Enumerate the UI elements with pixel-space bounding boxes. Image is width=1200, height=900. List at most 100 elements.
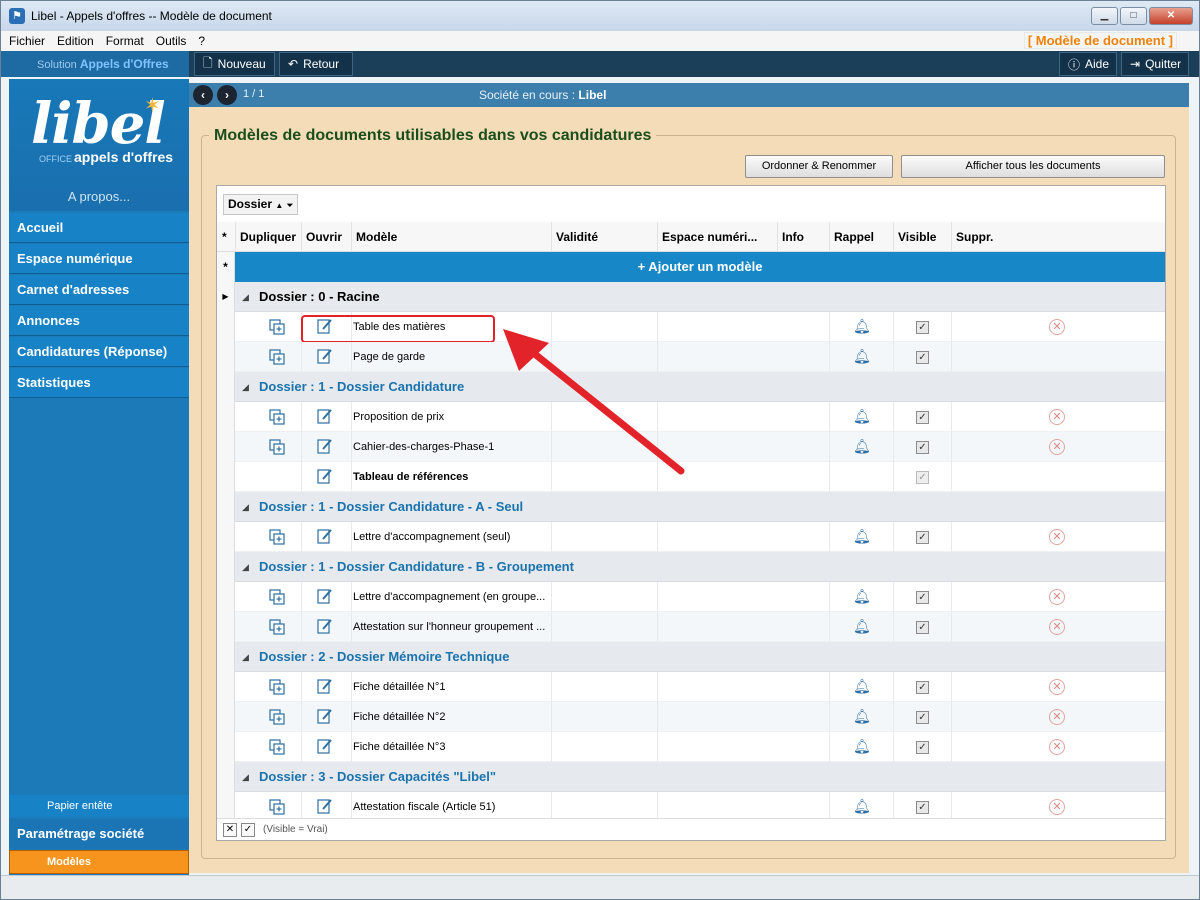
col-dupliquer[interactable]: Dupliquer <box>235 222 301 252</box>
bell-icon[interactable]: 🔔︎ <box>853 348 871 365</box>
table-row[interactable]: Tableau de références ✓ <box>217 462 1165 492</box>
row-selector[interactable] <box>217 582 235 612</box>
row-selector[interactable] <box>217 612 235 642</box>
table-row[interactable]: Cahier-des-charges-Phase-1 🔔︎ ✓ ✕ <box>217 432 1165 462</box>
col-visible[interactable]: Visible <box>893 222 951 252</box>
edit-document-icon[interactable] <box>317 438 333 454</box>
about-link[interactable]: A propos... <box>9 189 189 204</box>
nav-accueil[interactable]: Accueil <box>9 213 189 243</box>
back-button[interactable]: ↶ Retour <box>279 52 353 76</box>
group-header[interactable]: ◢ Dossier : 2 - Dossier Mémoire Techniqu… <box>217 642 1165 672</box>
table-row[interactable]: Attestation sur l'honneur groupement ...… <box>217 612 1165 642</box>
visible-checkbox[interactable]: ✓ <box>916 411 929 424</box>
bell-icon[interactable]: 🔔︎ <box>853 408 871 425</box>
table-row[interactable]: Lettre d'accompagnement (seul) 🔔︎ ✓ ✕ <box>217 522 1165 552</box>
table-row[interactable]: Fiche détaillée N°3 🔔︎ ✓ ✕ <box>217 732 1165 762</box>
delete-icon[interactable]: ✕ <box>1049 709 1065 725</box>
group-header[interactable]: ◢ Dossier : 1 - Dossier Candidature - A … <box>217 492 1165 522</box>
menu-help[interactable]: ? <box>198 34 205 48</box>
visible-checkbox[interactable]: ✓ <box>916 351 929 364</box>
group-header[interactable]: ▶ ◢ Dossier : 0 - Racine <box>217 282 1165 312</box>
group-chip-dossier[interactable]: Dossier ▲ ⏷ <box>223 194 299 215</box>
visible-checkbox[interactable]: ✓ <box>916 321 929 334</box>
nav-modeles[interactable]: Modèles <box>9 850 189 874</box>
delete-icon[interactable]: ✕ <box>1049 589 1065 605</box>
col-modele[interactable]: Modèle <box>351 222 551 252</box>
collapse-triangle-icon[interactable]: ◢ <box>242 372 249 402</box>
col-ouvrir[interactable]: Ouvrir <box>301 222 351 252</box>
delete-icon[interactable]: ✕ <box>1049 529 1065 545</box>
edit-document-icon[interactable] <box>317 678 333 694</box>
row-selector[interactable] <box>217 402 235 432</box>
quit-button[interactable]: ⇥ Quitter <box>1121 52 1189 76</box>
bell-icon[interactable]: 🔔︎ <box>853 708 871 725</box>
bell-icon[interactable]: 🔔︎ <box>853 618 871 635</box>
col-rappel[interactable]: Rappel <box>829 222 893 252</box>
nav-candidatures[interactable]: Candidatures (Réponse) <box>9 337 189 367</box>
duplicate-icon[interactable] <box>269 709 285 725</box>
row-selector[interactable] <box>217 552 235 582</box>
nav-parametrage[interactable]: Paramétrage société <box>9 819 189 849</box>
duplicate-icon[interactable] <box>269 679 285 695</box>
menu-format[interactable]: Format <box>106 34 144 48</box>
edit-document-icon[interactable] <box>317 468 333 484</box>
menu-edition[interactable]: Edition <box>57 34 94 48</box>
duplicate-icon[interactable] <box>269 439 285 455</box>
table-row[interactable]: Page de garde 🔔︎ ✓ <box>217 342 1165 372</box>
filter-enabled-checkbox[interactable]: ✓ <box>241 823 255 837</box>
edit-document-icon[interactable] <box>317 348 333 364</box>
col-info[interactable]: Info <box>777 222 829 252</box>
edit-document-icon[interactable] <box>317 588 333 604</box>
delete-icon[interactable]: ✕ <box>1049 799 1065 815</box>
collapse-triangle-icon[interactable]: ◢ <box>242 552 249 582</box>
duplicate-icon[interactable] <box>269 319 285 335</box>
edit-document-icon[interactable] <box>317 798 333 814</box>
bell-icon[interactable]: 🔔︎ <box>853 738 871 755</box>
duplicate-icon[interactable] <box>269 409 285 425</box>
nav-espace-numerique[interactable]: Espace numérique <box>9 244 189 274</box>
col-espace-numerique[interactable]: Espace numéri... <box>657 222 777 252</box>
group-header[interactable]: ◢ Dossier : 1 - Dossier Candidature <box>217 372 1165 402</box>
edit-document-icon[interactable] <box>317 618 333 634</box>
nav-carnet-adresses[interactable]: Carnet d'adresses <box>9 275 189 305</box>
add-model-button[interactable]: + Ajouter un modèle <box>235 252 1165 282</box>
show-all-documents-button[interactable]: Afficher tous les documents <box>901 155 1165 178</box>
duplicate-icon[interactable] <box>269 529 285 545</box>
bell-icon[interactable]: 🔔︎ <box>853 798 871 815</box>
visible-checkbox[interactable]: ✓ <box>916 711 929 724</box>
maximize-button[interactable]: □ <box>1120 7 1147 25</box>
visible-checkbox[interactable]: ✓ <box>916 681 929 694</box>
filter-icon[interactable]: ⏷ <box>287 201 293 210</box>
table-row[interactable]: Table des matières 🔔︎ ✓ ✕ <box>217 312 1165 343</box>
table-row[interactable]: Fiche détaillée N°2 🔔︎ ✓ ✕ <box>217 702 1165 732</box>
row-selector[interactable]: ▶ <box>217 282 235 312</box>
row-selector[interactable] <box>217 672 235 702</box>
duplicate-icon[interactable] <box>269 589 285 605</box>
duplicate-icon[interactable] <box>269 619 285 635</box>
duplicate-icon[interactable] <box>269 799 285 815</box>
collapse-triangle-icon[interactable]: ◢ <box>242 762 249 792</box>
visible-checkbox[interactable]: ✓ <box>916 531 929 544</box>
bell-icon[interactable]: 🔔︎ <box>853 438 871 455</box>
table-row[interactable]: Proposition de prix 🔔︎ ✓ ✕ <box>217 402 1165 432</box>
visible-checkbox[interactable]: ✓ <box>916 471 929 484</box>
group-header[interactable]: ◢ Dossier : 3 - Dossier Capacités "Libel… <box>217 762 1165 792</box>
table-row[interactable]: Fiche détaillée N°1 🔔︎ ✓ ✕ <box>217 672 1165 702</box>
col-validite[interactable]: Validité <box>551 222 657 252</box>
delete-icon[interactable]: ✕ <box>1049 409 1065 425</box>
row-selector[interactable] <box>217 372 235 402</box>
collapse-triangle-icon[interactable]: ◢ <box>242 492 249 522</box>
bell-icon[interactable]: 🔔︎ <box>853 528 871 545</box>
edit-document-icon[interactable] <box>317 738 333 754</box>
help-button[interactable]: ⓘ Aide <box>1059 52 1117 76</box>
visible-checkbox[interactable]: ✓ <box>916 591 929 604</box>
table-row[interactable]: Lettre d'accompagnement (en groupe... 🔔︎… <box>217 582 1165 612</box>
prev-arrow-icon[interactable]: ‹ <box>193 85 213 105</box>
bell-icon[interactable]: 🔔︎ <box>853 588 871 605</box>
row-selector[interactable] <box>217 432 235 462</box>
bell-icon[interactable]: 🔔︎ <box>853 318 871 335</box>
next-arrow-icon[interactable]: › <box>217 85 237 105</box>
order-rename-button[interactable]: Ordonner & Renommer <box>745 155 893 178</box>
row-selector[interactable] <box>217 642 235 672</box>
delete-icon[interactable]: ✕ <box>1049 739 1065 755</box>
